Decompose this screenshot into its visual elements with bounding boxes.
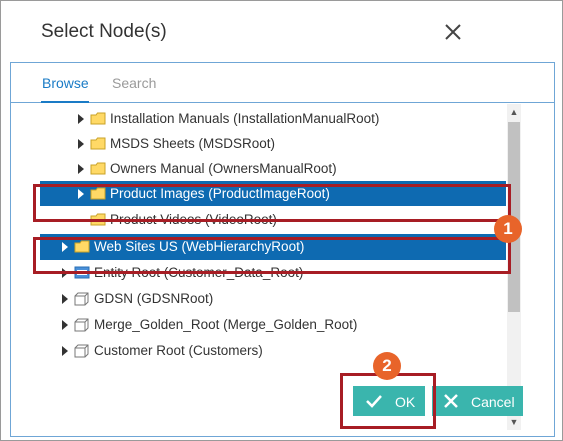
select-node-dialog: Select Node(s) Browse Search Installatio… — [0, 0, 563, 441]
active-tab-indicator — [41, 101, 89, 103]
tree-row-owners-manual[interactable]: Owners Manual (OwnersManualRoot) — [11, 156, 507, 181]
tree-row-label: GDSN (GDSNRoot) — [94, 291, 214, 306]
tree-row-merge-golden-root[interactable]: Merge_Golden_Root (Merge_Golden_Root) — [11, 312, 507, 337]
cancel-button[interactable]: Cancel — [432, 386, 523, 416]
expand-arrow-icon[interactable] — [78, 139, 84, 149]
tree-row-customer-root[interactable]: Customer Root (Customers) — [11, 338, 507, 363]
highlight-box-ok — [340, 373, 436, 429]
tree-row-gdsn[interactable]: GDSN (GDSNRoot) — [11, 286, 507, 311]
tree-row-installation-manuals[interactable]: Installation Manuals (InstallationManual… — [11, 106, 507, 131]
tab-search[interactable]: Search — [112, 75, 156, 91]
scroll-down-icon[interactable]: ▼ — [507, 414, 521, 430]
step-marker-2: 2 — [373, 352, 401, 380]
step-marker-1: 1 — [494, 215, 522, 243]
tree-row-label: Merge_Golden_Root (Merge_Golden_Root) — [94, 317, 358, 332]
folder-icon — [90, 137, 106, 150]
tab-browse[interactable]: Browse — [42, 75, 89, 91]
cube-icon — [74, 318, 89, 332]
expand-arrow-icon[interactable] — [62, 320, 68, 330]
expand-arrow-icon[interactable] — [62, 346, 68, 356]
tree-row-label: MSDS Sheets (MSDSRoot) — [110, 136, 276, 151]
close-icon[interactable] — [442, 21, 464, 43]
tree-row-label: Installation Manuals (InstallationManual… — [110, 111, 380, 126]
highlight-box-web-sites-us — [33, 237, 511, 274]
folder-icon — [90, 162, 106, 175]
expand-arrow-icon[interactable] — [78, 114, 84, 124]
scroll-up-icon[interactable]: ▲ — [507, 104, 521, 120]
tree-row-label: Customer Root (Customers) — [94, 343, 263, 358]
cancel-button-label: Cancel — [471, 394, 515, 410]
expand-arrow-icon[interactable] — [78, 164, 84, 174]
expand-arrow-icon[interactable] — [62, 294, 68, 304]
cube-icon — [74, 344, 89, 358]
dialog-title: Select Node(s) — [41, 21, 167, 42]
folder-icon — [90, 112, 106, 125]
tab-bar: Browse Search — [11, 63, 554, 103]
tree-row-label: Owners Manual (OwnersManualRoot) — [110, 161, 337, 176]
close-icon — [444, 394, 458, 408]
tree-row-msds-sheets[interactable]: MSDS Sheets (MSDSRoot) — [11, 131, 507, 156]
cube-icon — [74, 292, 89, 306]
highlight-box-product-images — [33, 184, 511, 222]
